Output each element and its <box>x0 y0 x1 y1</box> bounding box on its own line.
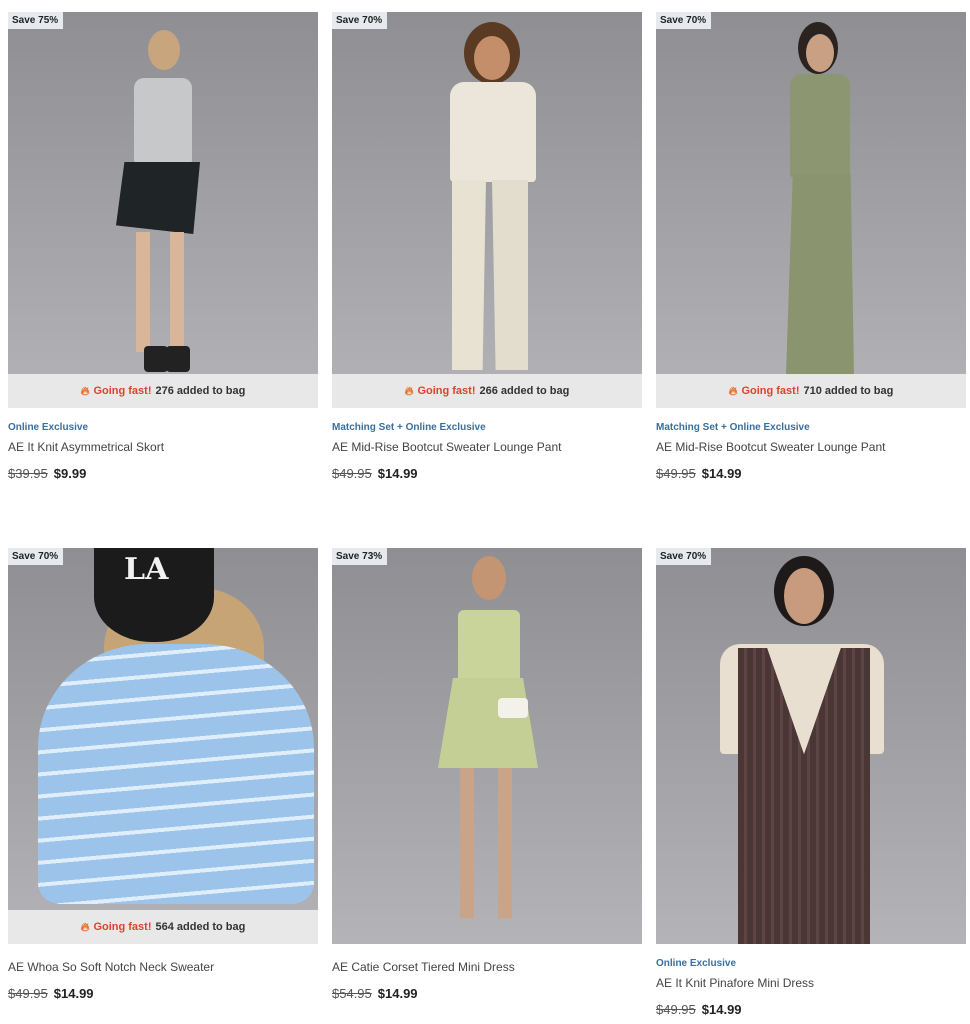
product-tag: Online Exclusive <box>656 958 737 969</box>
sale-price: $14.99 <box>377 466 418 481</box>
discount-badge: Save 70% <box>656 12 712 29</box>
original-price: $54.95 <box>332 986 372 1001</box>
product-tag: Matching Set + Online Exclusive <box>332 422 486 433</box>
product-name[interactable]: AE Catie Corset Tiered Mini Dress <box>332 960 515 974</box>
product-image[interactable]: Save 70% <box>656 548 966 944</box>
sale-price: $14.99 <box>701 1002 742 1017</box>
discount-badge: Save 75% <box>8 12 64 29</box>
sale-price: $14.99 <box>377 986 418 1001</box>
going-fast-banner: 🔥︎ Going fast! 276 added to bag <box>8 374 318 408</box>
product-price: $49.95 $14.99 <box>656 1002 742 1017</box>
product-price: $54.95 $14.99 <box>332 986 418 1001</box>
product-card[interactable]: Save 70% 🔥︎ Going fast! 266 added to bag… <box>332 12 642 492</box>
product-price: $49.95 $14.99 <box>656 466 742 481</box>
product-name[interactable]: AE It Knit Pinafore Mini Dress <box>656 976 814 990</box>
product-name[interactable]: AE Mid-Rise Bootcut Sweater Lounge Pant <box>656 440 885 454</box>
original-price: $49.95 <box>656 1002 696 1017</box>
product-image[interactable]: Save 75% 🔥︎ Going fast! 276 added to bag <box>8 12 318 408</box>
product-name[interactable]: AE It Knit Asymmetrical Skort <box>8 440 164 454</box>
discount-badge: Save 73% <box>332 548 388 565</box>
flame-icon: 🔥︎ <box>80 919 90 934</box>
discount-badge: Save 70% <box>656 548 712 565</box>
discount-badge: Save 70% <box>332 12 388 29</box>
flame-icon: 🔥︎ <box>404 383 414 398</box>
product-card[interactable]: Save 75% 🔥︎ Going fast! 276 added to bag… <box>8 12 318 492</box>
product-price: $39.95 $9.99 <box>8 466 86 481</box>
going-fast-banner: 🔥︎ Going fast! 710 added to bag <box>656 374 966 408</box>
product-name[interactable]: AE Whoa So Soft Notch Neck Sweater <box>8 960 214 974</box>
going-fast-banner: 🔥︎ Going fast! 266 added to bag <box>332 374 642 408</box>
flame-icon: 🔥︎ <box>80 383 90 398</box>
product-card[interactable]: Save 70% Online Exclusive AE It Knit Pin… <box>656 548 966 1018</box>
original-price: $39.95 <box>8 466 48 481</box>
product-price: $49.95 $14.99 <box>332 466 418 481</box>
product-card[interactable]: Save 70% 🔥︎ Going fast! 710 added to bag… <box>656 12 966 492</box>
product-image[interactable]: Save 70% 🔥︎ Going fast! 266 added to bag <box>332 12 642 408</box>
going-fast-banner: 🔥︎ Going fast! 564 added to bag <box>8 910 318 944</box>
original-price: $49.95 <box>8 986 48 1001</box>
product-tag: Online Exclusive <box>8 422 89 433</box>
discount-badge: Save 70% <box>8 548 64 565</box>
product-card[interactable]: Save 70% LA 🔥︎ Going fast! 564 added to … <box>8 548 318 1018</box>
product-price: $49.95 $14.99 <box>8 986 94 1001</box>
original-price: $49.95 <box>656 466 696 481</box>
product-image[interactable]: Save 70% 🔥︎ Going fast! 710 added to bag <box>656 12 966 408</box>
sale-price: $9.99 <box>53 466 87 481</box>
product-image[interactable]: Save 73% <box>332 548 642 944</box>
cap-logo: LA <box>124 552 169 587</box>
product-tag: Matching Set + Online Exclusive <box>656 422 810 433</box>
flame-icon: 🔥︎ <box>728 383 738 398</box>
product-image[interactable]: Save 70% LA 🔥︎ Going fast! 564 added to … <box>8 548 318 944</box>
product-name[interactable]: AE Mid-Rise Bootcut Sweater Lounge Pant <box>332 440 561 454</box>
sale-price: $14.99 <box>53 986 94 1001</box>
original-price: $49.95 <box>332 466 372 481</box>
product-card[interactable]: Save 73% AE Catie Corset Tiered Mini Dre… <box>332 548 642 1018</box>
sale-price: $14.99 <box>701 466 742 481</box>
